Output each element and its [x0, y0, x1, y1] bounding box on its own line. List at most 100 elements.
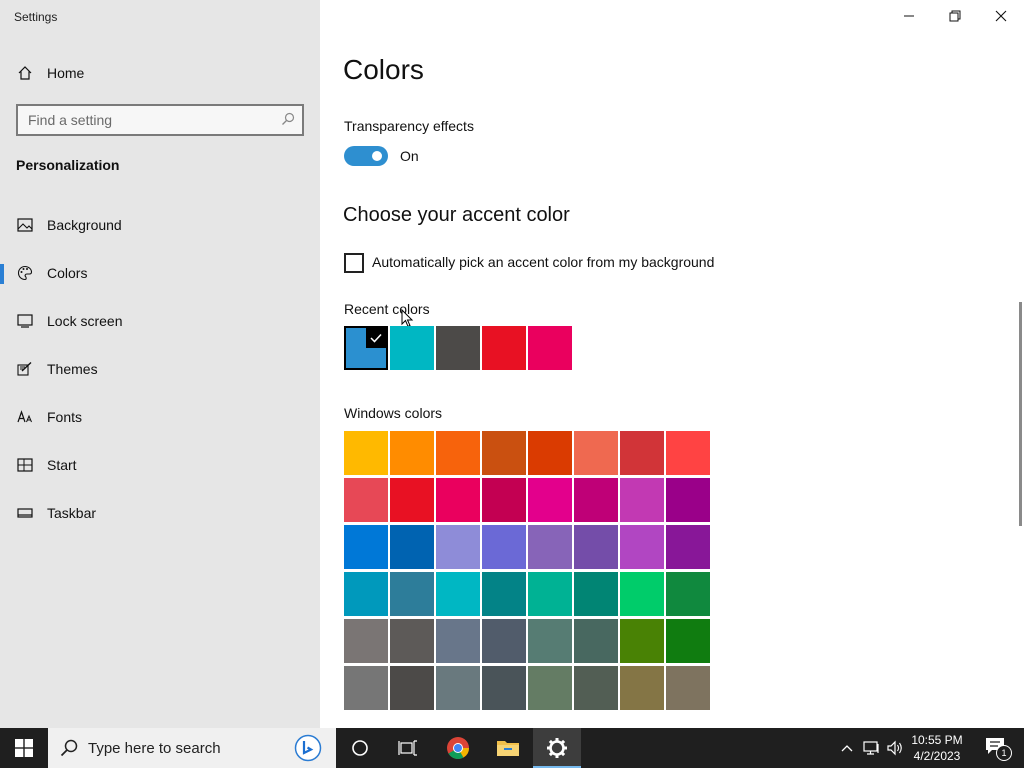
file-explorer-taskbar-button[interactable] — [484, 728, 532, 768]
windows-color-swatch[interactable] — [620, 431, 664, 475]
windows-color-swatch[interactable] — [482, 478, 526, 522]
windows-color-swatch[interactable] — [666, 619, 710, 663]
transparency-toggle[interactable] — [344, 146, 388, 166]
windows-color-swatch[interactable] — [528, 431, 572, 475]
windows-color-swatch[interactable] — [574, 525, 618, 569]
vertical-scrollbar[interactable] — [1019, 302, 1022, 526]
windows-color-swatch[interactable] — [482, 525, 526, 569]
task-view-button[interactable] — [384, 728, 432, 768]
windows-color-swatch[interactable] — [666, 431, 710, 475]
windows-color-swatch[interactable] — [666, 478, 710, 522]
windows-color-swatch[interactable] — [344, 431, 388, 475]
sidebar-item-lock-screen[interactable]: Lock screen — [0, 299, 320, 343]
windows-color-swatch[interactable] — [574, 431, 618, 475]
windows-color-swatch[interactable] — [574, 478, 618, 522]
network-icon — [863, 741, 879, 755]
close-icon — [995, 10, 1007, 22]
windows-color-swatch[interactable] — [666, 572, 710, 616]
windows-color-swatch[interactable] — [528, 666, 572, 710]
sidebar-item-label: Taskbar — [47, 505, 97, 521]
auto-pick-accent-checkbox[interactable] — [344, 253, 364, 273]
search-icon[interactable] — [281, 112, 295, 131]
folder-icon — [497, 741, 519, 756]
windows-color-swatch[interactable] — [620, 478, 664, 522]
action-center-button[interactable]: 1 — [976, 728, 1016, 768]
windows-color-swatch[interactable] — [344, 478, 388, 522]
palette-icon — [16, 264, 34, 282]
windows-color-swatch[interactable] — [574, 572, 618, 616]
windows-color-swatch[interactable] — [620, 666, 664, 710]
recent-color-swatch[interactable] — [482, 326, 526, 370]
recent-color-swatch[interactable] — [344, 326, 388, 370]
restore-button[interactable] — [932, 0, 978, 32]
windows-color-swatch[interactable] — [436, 478, 480, 522]
sidebar-item-background[interactable]: Background — [0, 203, 320, 247]
minimize-icon — [904, 15, 914, 17]
minimize-button[interactable] — [886, 0, 932, 32]
clock-time: 10:55 PM — [911, 733, 963, 747]
windows-color-swatch[interactable] — [574, 619, 618, 663]
clock-date: 4/2/2023 — [913, 749, 961, 763]
windows-color-swatch[interactable] — [528, 478, 572, 522]
sidebar-item-fonts[interactable]: Fonts — [0, 395, 320, 439]
windows-color-swatch[interactable] — [390, 478, 434, 522]
windows-color-swatch[interactable] — [436, 525, 480, 569]
windows-color-swatch[interactable] — [528, 525, 572, 569]
windows-logo-icon — [15, 739, 33, 757]
windows-color-swatch[interactable] — [482, 431, 526, 475]
cortana-button[interactable] — [336, 728, 384, 768]
windows-color-swatch[interactable] — [482, 572, 526, 616]
sidebar-item-label: Colors — [47, 265, 88, 281]
windows-color-swatch[interactable] — [620, 619, 664, 663]
recent-color-swatch[interactable] — [436, 326, 480, 370]
chrome-taskbar-button[interactable] — [434, 728, 482, 768]
windows-color-swatch[interactable] — [344, 525, 388, 569]
windows-color-swatch[interactable] — [436, 619, 480, 663]
windows-color-swatch[interactable] — [390, 619, 434, 663]
section-heading: Personalization — [16, 157, 120, 173]
restore-icon — [949, 10, 961, 22]
taskbar-clock[interactable]: 10:55 PM 4/2/2023 — [902, 732, 972, 764]
transparency-label: Transparency effects — [344, 118, 474, 134]
font-icon — [16, 408, 34, 426]
start-button[interactable] — [0, 728, 48, 768]
windows-color-swatch[interactable] — [344, 666, 388, 710]
sidebar-item-themes[interactable]: Themes — [0, 347, 320, 391]
windows-color-swatch[interactable] — [528, 619, 572, 663]
windows-color-swatch[interactable] — [390, 431, 434, 475]
windows-color-swatch[interactable] — [666, 666, 710, 710]
windows-color-swatch[interactable] — [436, 431, 480, 475]
windows-color-swatch[interactable] — [482, 666, 526, 710]
sidebar-item-start[interactable]: Start — [0, 443, 320, 487]
checkmark-icon — [366, 328, 386, 348]
windows-color-swatch[interactable] — [344, 572, 388, 616]
network-button[interactable] — [860, 728, 884, 768]
taskbar-search-placeholder: Type here to search — [88, 740, 221, 757]
windows-color-swatch[interactable] — [574, 666, 618, 710]
windows-color-swatch[interactable] — [390, 666, 434, 710]
taskbar-search-box[interactable]: Type here to search — [48, 728, 336, 768]
bing-icon[interactable] — [294, 734, 322, 762]
start-icon — [16, 456, 34, 474]
brush-icon — [16, 360, 34, 378]
windows-color-swatch[interactable] — [620, 572, 664, 616]
sidebar-item-colors[interactable]: Colors — [0, 251, 320, 295]
recent-color-swatch[interactable] — [528, 326, 572, 370]
close-button[interactable] — [978, 0, 1024, 32]
windows-color-swatch[interactable] — [666, 525, 710, 569]
windows-color-swatch[interactable] — [390, 572, 434, 616]
windows-color-swatch[interactable] — [620, 525, 664, 569]
search-icon — [60, 739, 78, 757]
recent-color-swatch[interactable] — [390, 326, 434, 370]
windows-color-swatch[interactable] — [528, 572, 572, 616]
windows-color-swatch[interactable] — [482, 619, 526, 663]
windows-color-swatch[interactable] — [436, 572, 480, 616]
windows-color-swatch[interactable] — [390, 525, 434, 569]
windows-color-swatch[interactable] — [344, 619, 388, 663]
home-nav-item[interactable]: Home — [0, 58, 320, 88]
sidebar-item-taskbar[interactable]: Taskbar — [0, 491, 320, 535]
find-setting-search-box[interactable]: Find a setting — [16, 104, 304, 136]
settings-taskbar-button[interactable] — [533, 728, 581, 768]
windows-color-swatch[interactable] — [436, 666, 480, 710]
show-hidden-icons-button[interactable] — [836, 728, 858, 768]
